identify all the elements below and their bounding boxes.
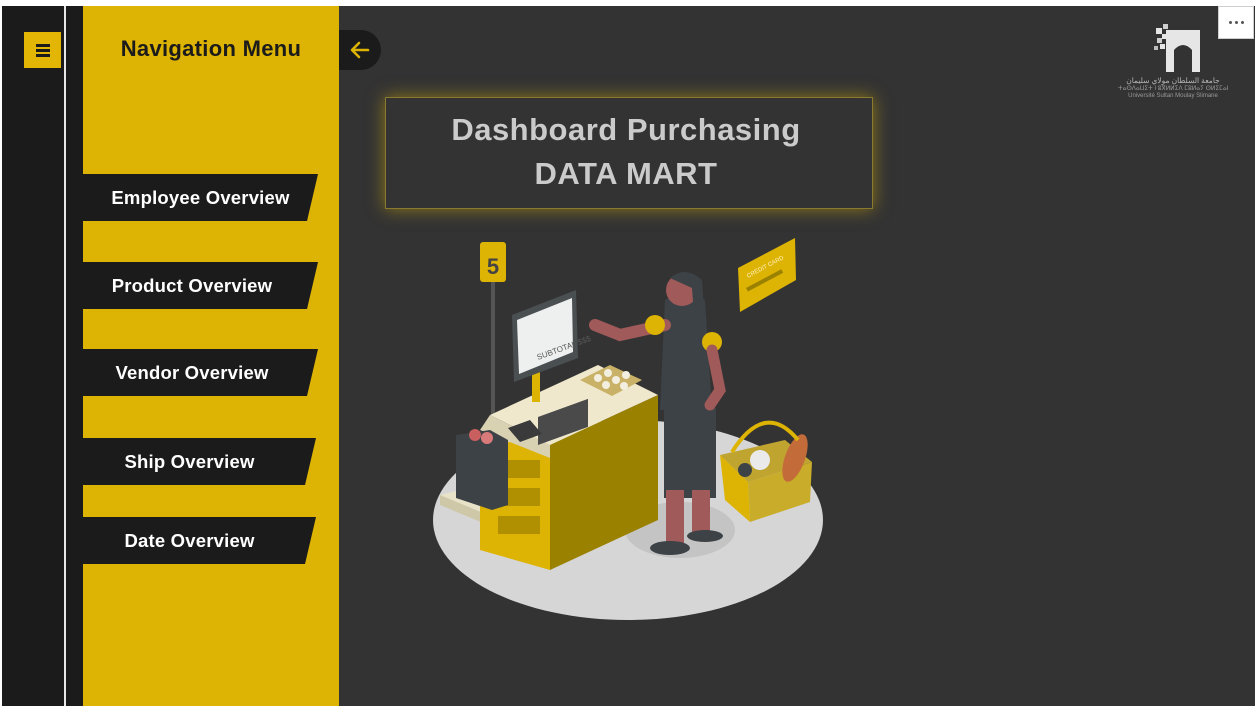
- logo-arabic-text: جامعة السلطان مولاي سليمان: [1126, 76, 1220, 85]
- left-rail: [2, 6, 64, 706]
- nav-item-ship-overview[interactable]: Ship Overview: [83, 438, 316, 485]
- hamburger-icon: [35, 43, 50, 57]
- navigation-menu-title: Navigation Menu: [120, 36, 302, 61]
- dashboard-title: Dashboard Purchasing: [451, 112, 801, 147]
- hamburger-menu-button[interactable]: [24, 32, 61, 68]
- logo-tifinagh-text: ⵜⴰⵙⴷⴰⵡⵉⵜ ⵏ ⵓⴳⵍⵍⵉⴷ ⵎⵓⵍⴰⵢ ⵙⵍⵉⵎⴰⵏ: [1118, 86, 1229, 92]
- sign-number: 5: [487, 254, 499, 279]
- dashboard-title-box: Dashboard Purchasing DATA MART: [385, 97, 873, 209]
- arrow-left-icon: [350, 41, 370, 59]
- nav-item-date-overview[interactable]: Date Overview: [83, 517, 316, 564]
- logo-french-text: Université Sultan Moulay Slimane: [1128, 93, 1218, 99]
- checkout-illustration: 5 SUBTOTAL $$$ CREDIT CARD: [433, 238, 823, 620]
- university-logo: [1154, 24, 1200, 72]
- dashboard-subtitle: DATA MART: [534, 156, 718, 191]
- more-options-icon: [1228, 21, 1232, 24]
- nav-item-product-overview[interactable]: Product Overview: [83, 262, 318, 309]
- more-options-dot: [1240, 21, 1244, 24]
- nav-item-vendor-overview[interactable]: Vendor Overview: [83, 349, 318, 396]
- more-options-dot: [1234, 21, 1238, 24]
- nav-item-employee-overview[interactable]: Employee Overview: [83, 174, 318, 221]
- collapse-menu-button[interactable]: [339, 30, 381, 70]
